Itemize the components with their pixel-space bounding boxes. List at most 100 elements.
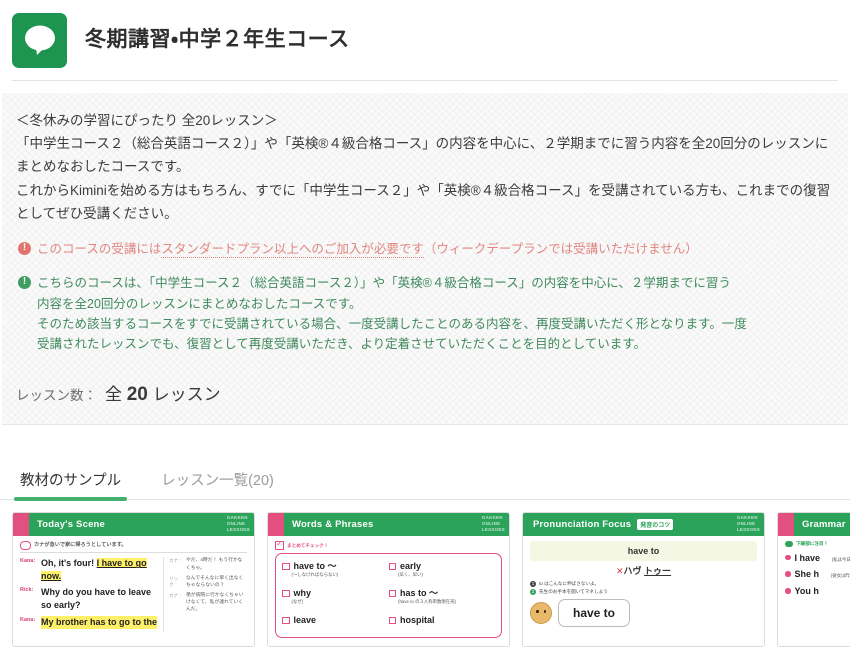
word-row: has to ～ xyxy=(389,587,493,599)
checkbox-icon xyxy=(282,590,290,598)
grammar-example-english: I have xyxy=(795,553,821,563)
word-japanese: (なぜ) xyxy=(292,599,386,605)
tab-material-samples[interactable]: 教材のサンプル xyxy=(14,469,127,499)
grammar-note: 下線部に注目！ xyxy=(785,541,850,547)
card-body: まとめてチェック！ have to ～ (～しなければならない) early (… xyxy=(268,536,509,646)
content-tabs: 教材のサンプル レッスン一覧(20) xyxy=(0,469,850,500)
translation-speaker: カナ： xyxy=(169,557,186,571)
word-english: have to ～ xyxy=(294,560,337,572)
translation-line: リック： なんでそんなに早く出なくちゃならないの？ xyxy=(169,575,247,589)
grammar-example-english: You h xyxy=(795,585,819,597)
notice-text-before: このコースの受講には xyxy=(37,242,161,256)
page-header: 冬期講習・中学２年生コース xyxy=(0,0,850,70)
lesson-count-value: 全 20 レッスン xyxy=(105,380,221,406)
kana-right: トゥー xyxy=(644,566,671,576)
bullet-icon xyxy=(785,571,791,577)
gakken-online-lessons-logo: GAKKEN ONLINE LESSONS xyxy=(227,515,250,533)
grammar-example-english: She h xyxy=(795,569,820,579)
card-body: have to ✕ハヴ トゥー 1 to はこんなに伸ばさないよ。 2 先生のお… xyxy=(523,536,764,646)
number-badge-icon: 2 xyxy=(530,589,536,595)
notice-course-overlap-text: こちらのコースは、「中学生コース２（総合英語コース２）」や「英検®４級合格コース… xyxy=(37,273,747,354)
check-all-label: まとめてチェック！ xyxy=(287,543,328,549)
dialogue-line: Kana: Oh, it's four! I have to go now. xyxy=(20,557,158,583)
word-item: early (早く、早い) xyxy=(389,560,496,582)
card-accent-stripe xyxy=(268,513,284,536)
card-accent-stripe xyxy=(13,513,29,536)
pronunciation-tip-2: 2 先生のお手本を聞いてマネしよう xyxy=(530,589,757,595)
word-list: have to ～ (～しなければならない) early (早く、早い) why… xyxy=(275,553,502,638)
card-header: Pronunciation Focus 発音のコツ GAKKEN ONLINE … xyxy=(523,513,764,536)
word-japanese: (～しなければならない) xyxy=(292,572,386,578)
notice-plan-requirement: このコースの受講にはスタンダードプラン以上へのご加入が必要です（ウィークデープラ… xyxy=(16,239,834,259)
dialogue-columns: Kana: Oh, it's four! I have to go now. R… xyxy=(20,557,247,631)
lesson-count: レッスン数： 全 20 レッスン xyxy=(16,380,834,406)
checkbox-icon xyxy=(389,590,397,598)
dialogue-line: Rick: Why do you have to leave so early? xyxy=(20,586,158,612)
word-japanese: (have to の３人称単数現在形) xyxy=(398,599,492,605)
pronunciation-example: have to xyxy=(530,599,757,627)
word-row: leave xyxy=(282,614,386,626)
speech-bubble-icon xyxy=(785,541,793,547)
translation-speaker: リック： xyxy=(169,575,186,589)
notice-text-after: （ウィークデープランでは受講いただけません） xyxy=(424,242,698,256)
dialogue-text-highlight-cont: now. xyxy=(41,571,61,581)
dialogue-text: My brother has to go to the xyxy=(41,616,157,629)
cross-icon: ✕ xyxy=(616,566,624,576)
word-english: has to ～ xyxy=(400,587,438,599)
teacher-avatar-icon xyxy=(530,602,552,624)
card-accent-stripe xyxy=(778,513,794,536)
card-title: Words & Phrases xyxy=(292,519,374,530)
grammar-example-japanese: (私は今日... xyxy=(832,557,850,562)
card-header: Today's Scene GAKKEN ONLINE LESSONS xyxy=(13,513,254,536)
word-row: hospital xyxy=(389,614,493,626)
card-title: Grammar xyxy=(802,519,846,530)
word-item: have to ～ (～しなければならない) xyxy=(282,560,389,582)
word-row: early xyxy=(389,560,493,572)
kana-wrong: ハヴ xyxy=(624,566,642,576)
word-row: why xyxy=(282,587,386,599)
scene-note-text: カナが急いで家に帰ろうとしています。 xyxy=(34,542,127,549)
card-body: カナが急いで家に帰ろうとしています。 Kana: Oh, it's four! … xyxy=(13,536,254,646)
word-item: hospital xyxy=(389,614,496,630)
number-badge-icon: 1 xyxy=(530,581,536,587)
sample-card-todays-scene[interactable]: Today's Scene GAKKEN ONLINE LESSONS カナが急… xyxy=(12,512,255,647)
exclamation-circle-icon xyxy=(18,242,31,255)
material-sample-carousel[interactable]: Today's Scene GAKKEN ONLINE LESSONS カナが急… xyxy=(0,500,850,647)
dialogue-speaker: Kana: xyxy=(20,557,41,583)
dialogue-text: Oh, it's four! I have to go now. xyxy=(41,557,158,583)
dialogue-text-highlight: I have to go xyxy=(97,558,147,568)
sample-card-pronunciation-focus[interactable]: Pronunciation Focus 発音のコツ GAKKEN ONLINE … xyxy=(522,512,765,647)
dialogue-speaker: Kana: xyxy=(20,616,41,629)
gakken-online-lessons-logo: GAKKEN ONLINE LESSONS xyxy=(737,515,760,533)
sample-card-grammar[interactable]: Grammar GAKKEN ONLINE LESSONS 下線部に注目！ I … xyxy=(777,512,850,647)
header-divider xyxy=(12,80,838,81)
tip-text: to はこんなに伸ばさないよ。 xyxy=(539,581,599,587)
check-all-row: まとめてチェック！ xyxy=(275,541,502,550)
sample-card-words-phrases[interactable]: Words & Phrases GAKKEN ONLINE LESSONS まと… xyxy=(267,512,510,647)
word-english: early xyxy=(400,560,421,572)
translation-text: なんでそんなに早く出なくちゃならないの？ xyxy=(186,575,247,589)
dialogue-english: Kana: Oh, it's four! I have to go now. R… xyxy=(20,557,164,631)
dialogue-text-cont: so early? xyxy=(41,600,81,610)
word-row: have to ～ xyxy=(282,560,386,572)
plan-upgrade-link[interactable]: スタンダードプラン以上へのご加入が必要です xyxy=(161,242,424,258)
grammar-example-body: She h (彼女は昨... xyxy=(795,568,850,581)
translation-text: 弟が病院に行かなくちゃいけなくて、私が連れていくんだ。 xyxy=(186,592,247,614)
dialogue-text: Why do you have to leave so early? xyxy=(41,586,158,612)
card-title: Pronunciation Focus xyxy=(533,519,631,530)
checkbox-icon xyxy=(282,563,290,571)
lesson-count-prefix: 全 xyxy=(105,385,122,404)
dialogue-line: Kana: My brother has to go to the xyxy=(20,616,158,629)
word-item: why (なぜ) xyxy=(282,587,389,609)
card-header: Words & Phrases GAKKEN ONLINE LESSONS xyxy=(268,513,509,536)
word-item: leave xyxy=(282,614,389,630)
bullet-icon xyxy=(785,588,791,594)
exclamation-circle-icon xyxy=(18,276,31,289)
bullet-icon xyxy=(785,555,791,561)
course-description-text: ＜冬休みの学習にぴったり 全20レッスン＞ 「中学生コース２（総合英語コース２）… xyxy=(16,109,834,225)
speech-bubble-icon xyxy=(12,13,67,68)
tab-lesson-list[interactable]: レッスン一覧(20) xyxy=(155,469,280,499)
checkbox-icon xyxy=(389,563,397,571)
tip-text: 先生のお手本を聞いてマネしよう xyxy=(539,589,608,595)
notice-course-overlap: こちらのコースは、「中学生コース２（総合英語コース２）」や「英検®４級合格コース… xyxy=(16,273,834,354)
